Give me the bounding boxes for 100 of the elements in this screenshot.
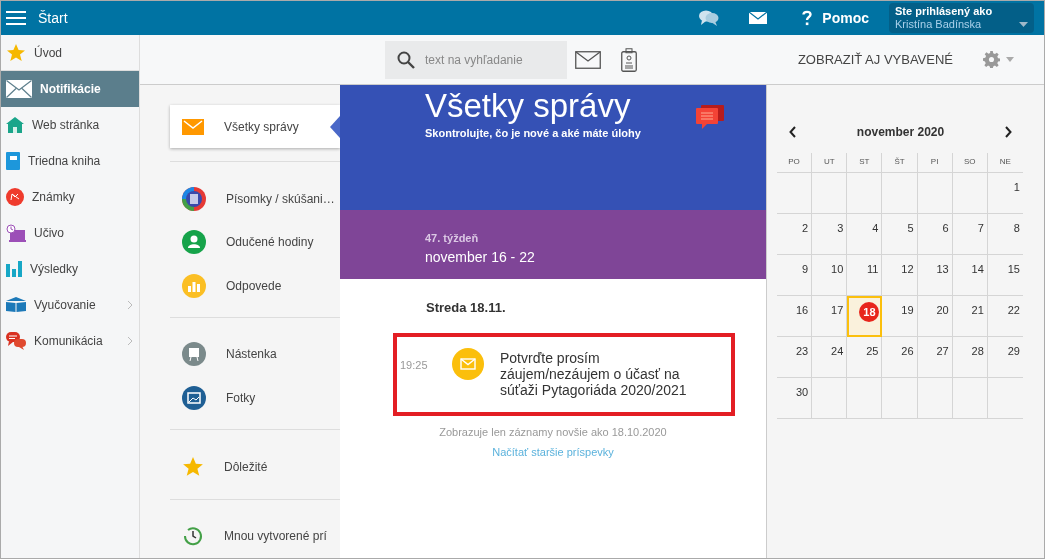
bar-chart-icon [182, 273, 206, 298]
next-month-icon[interactable] [1004, 126, 1012, 138]
envelope-icon [452, 347, 484, 380]
calendar-day[interactable]: 15 [987, 255, 1023, 296]
weekday-label: PI [917, 153, 953, 173]
calendar-day[interactable]: 12 [882, 255, 918, 296]
calendar-cell [847, 378, 883, 419]
calendar-day[interactable]: 18 [847, 296, 883, 337]
category-item[interactable]: Odučené hodiny [170, 220, 340, 265]
sidebar-item[interactable]: Triedna kniha [1, 143, 139, 179]
category-item[interactable]: Všetky správy [170, 105, 340, 149]
mail-icon[interactable] [749, 12, 768, 24]
month-title: november 2020 [856, 124, 945, 141]
clock-icon [182, 525, 204, 548]
sidebar-item[interactable]: Výsledky [1, 251, 139, 287]
test-sheet-icon [182, 187, 206, 212]
weekday-label: UT [812, 153, 848, 173]
envelope-icon [6, 80, 32, 98]
calendar-day[interactable]: 28 [952, 337, 988, 378]
category-item[interactable]: Písomky / skúšani… [170, 177, 340, 221]
house-icon [6, 116, 24, 134]
id-badge-icon[interactable] [621, 47, 637, 72]
calendar-day[interactable]: 9 [777, 255, 813, 296]
category-item[interactable]: Fotky [170, 375, 340, 420]
calendar-day[interactable]: 6 [917, 214, 953, 255]
calendar-day[interactable]: 24 [812, 337, 848, 378]
weekday-label: ST [847, 153, 883, 173]
calendar-day[interactable]: 30 [777, 378, 813, 419]
page-subtitle: Skontrolujte, čo je nové a aké máte úlohy [425, 126, 641, 141]
star-icon [182, 455, 204, 478]
calendar-day[interactable]: 25 [847, 337, 883, 378]
calendar-day[interactable]: 16 [777, 296, 813, 337]
weekday-label: ŠT [882, 153, 918, 173]
week-range: november 16 - 22 [425, 247, 536, 267]
settings-icon [983, 51, 1000, 68]
calendar-day[interactable]: 5 [882, 214, 918, 255]
chevron-right-icon [127, 336, 133, 346]
calendar-day[interactable]: 1 [987, 173, 1023, 214]
calendar-cell [882, 173, 918, 214]
sidebar-item[interactable]: Notifikácie [1, 71, 139, 107]
category-item[interactable]: Nástenka [170, 332, 340, 376]
help-link[interactable]: Pomoc [802, 7, 869, 29]
records-note: Zobrazuje len záznamy novšie ako 18.10.2020 [438, 425, 668, 439]
search-field[interactable]: text na vyhľadanie [385, 40, 567, 79]
user-menu[interactable]: Ste prihlásený ako Kristína Badínska [889, 3, 1034, 33]
person-icon [182, 230, 206, 255]
chevron-right-icon [127, 300, 133, 310]
calendar-cell [847, 173, 883, 214]
caret-icon [1019, 21, 1028, 27]
message-time: 19:25 [400, 357, 429, 373]
calendar-day[interactable]: 19 [882, 296, 918, 337]
calendar-day[interactable]: 4 [847, 214, 883, 255]
search-icon [397, 50, 415, 69]
sidebar-item[interactable]: Známky [1, 179, 139, 215]
calendar-day[interactable]: 27 [917, 337, 953, 378]
calendar-day[interactable]: 20 [917, 296, 953, 337]
board-icon [182, 342, 206, 367]
calendar-day[interactable]: 13 [917, 255, 953, 296]
calendar-cell [812, 173, 848, 214]
calendar-day[interactable]: 8 [987, 214, 1023, 255]
sidebar-item[interactable]: Vyučovanie [1, 287, 139, 323]
sidebar-item[interactable]: Učivo [1, 215, 139, 251]
chat-icon[interactable] [699, 9, 720, 27]
day-heading: Streda 18.11. [425, 299, 507, 317]
category-item[interactable]: Odpovede [170, 264, 340, 308]
calendar-day[interactable]: 22 [987, 296, 1023, 337]
question-icon [802, 10, 813, 26]
calendar-day[interactable]: 21 [952, 296, 988, 337]
calendar-day[interactable]: 7 [952, 214, 988, 255]
sidebar-item[interactable]: Web stránka [1, 107, 139, 143]
calendar-day[interactable]: 10 [812, 255, 848, 296]
calendar-cell [952, 173, 988, 214]
calendar-day[interactable]: 26 [882, 337, 918, 378]
calendar-cell [952, 378, 988, 419]
previous-month-icon[interactable] [789, 126, 797, 138]
menu-icon[interactable] [6, 10, 26, 26]
show-resolved-button[interactable]: ZOBRAZIŤ AJ VYBAVENÉ [797, 49, 953, 70]
picture-icon [182, 385, 206, 410]
calendar-cell [917, 173, 953, 214]
calendar-day[interactable]: 14 [952, 255, 988, 296]
calendar-day[interactable]: 23 [777, 337, 813, 378]
calendar-day[interactable]: 2 [777, 214, 813, 255]
envelope-icon [182, 118, 204, 135]
page-title: Všetky správy [425, 87, 631, 125]
calendar-day[interactable]: 3 [812, 214, 848, 255]
book-icon [6, 152, 20, 170]
star-icon [6, 42, 26, 63]
category-item[interactable]: Dôležité [170, 445, 340, 489]
category-item[interactable]: Mnou vytvorené prí [170, 514, 340, 558]
calendar-day[interactable]: 29 [987, 337, 1023, 378]
settings-button[interactable] [983, 51, 1014, 68]
user-caption: Ste prihlásený ako [895, 5, 994, 18]
speech-bubbles-icon [6, 332, 26, 350]
message-item[interactable]: 19:25 Potvrďte prosím záujem/nezáujem o účasť na súťaži Pytagoriáda 2020/2021 [393, 332, 735, 416]
weekday-label: NE [987, 153, 1023, 173]
pointer-icon [330, 116, 340, 138]
weekday-label: PO [777, 153, 813, 173]
envelope-icon[interactable] [575, 50, 601, 69]
speech-bubbles-icon [696, 105, 724, 129]
sidebar-item[interactable]: Komunikácia [1, 323, 139, 359]
